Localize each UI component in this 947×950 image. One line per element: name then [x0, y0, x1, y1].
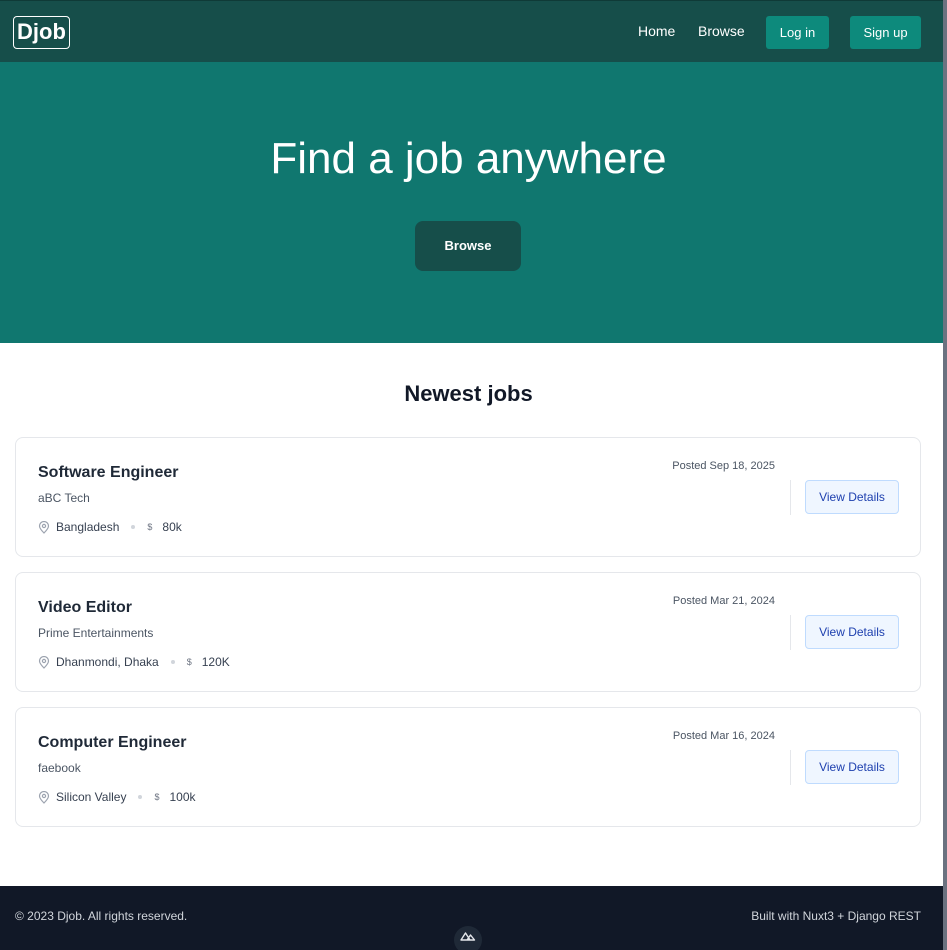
job-title: Software Engineer	[38, 464, 179, 481]
page: Djob Home Browse Log in Sign up Find a j…	[0, 0, 943, 950]
section-title: Newest jobs	[404, 381, 533, 406]
nav-browse-link[interactable]: Browse	[698, 23, 745, 39]
job-card: Computer Engineer faebook Silicon Valley…	[15, 707, 921, 827]
location-pin-icon	[38, 520, 50, 534]
job-location: Silicon Valley	[56, 790, 127, 804]
hero-browse-button[interactable]: Browse	[415, 221, 521, 271]
hero: Find a job anywhere Browse	[0, 62, 943, 343]
job-company: aBC Tech	[38, 491, 90, 505]
job-posted-date: Posted Mar 21, 2024	[672, 595, 775, 607]
divider	[790, 750, 791, 785]
footer: © 2023 Djob. All rights reserved. Built …	[0, 886, 943, 950]
navbar: Djob Home Browse Log in Sign up	[0, 0, 943, 62]
job-salary: 100k	[169, 790, 196, 804]
job-salary: 120K	[201, 655, 230, 669]
dollar-icon: $	[186, 657, 192, 667]
job-title: Video Editor	[38, 599, 132, 616]
hero-title: Find a job anywhere	[270, 134, 667, 183]
job-card: Software Engineer aBC Tech Bangladesh $ …	[15, 437, 921, 557]
signup-button[interactable]: Sign up	[850, 16, 921, 49]
dollar-icon: $	[154, 792, 160, 802]
logo[interactable]: Djob	[13, 16, 70, 49]
separator-dot	[138, 795, 143, 799]
location-pin-icon	[38, 655, 50, 669]
view-details-button[interactable]: View Details	[805, 750, 899, 784]
scrollbar[interactable]	[943, 0, 947, 950]
dollar-icon: $	[147, 522, 153, 532]
job-location: Dhanmondi, Dhaka	[56, 655, 159, 669]
job-card: Video Editor Prime Entertainments Dhanmo…	[15, 572, 921, 692]
job-meta: Bangladesh $ 80k	[38, 520, 182, 534]
job-title: Computer Engineer	[38, 734, 187, 751]
job-posted-date: Posted Sep 18, 2025	[672, 460, 775, 472]
footer-built-with: Built with Nuxt3 + Django REST	[751, 909, 921, 923]
view-details-button[interactable]: View Details	[805, 615, 899, 649]
divider	[790, 615, 791, 650]
job-posted-date: Posted Mar 16, 2024	[672, 730, 775, 742]
job-company: faebook	[38, 761, 81, 775]
job-salary: 80k	[162, 520, 182, 534]
view-details-button[interactable]: View Details	[805, 480, 899, 514]
divider	[790, 480, 791, 515]
job-meta: Silicon Valley $ 100k	[38, 790, 196, 804]
separator-dot	[131, 525, 136, 529]
job-location: Bangladesh	[56, 520, 120, 534]
nav-home-link[interactable]: Home	[638, 23, 675, 39]
nuxt-logo-icon	[460, 932, 476, 941]
nuxt-devtools-icon[interactable]	[454, 926, 482, 950]
location-pin-icon	[38, 790, 50, 804]
job-meta: Dhanmondi, Dhaka $ 120K	[38, 655, 230, 669]
footer-copyright: © 2023 Djob. All rights reserved.	[15, 909, 188, 923]
separator-dot	[170, 660, 175, 664]
login-button[interactable]: Log in	[766, 16, 829, 49]
job-company: Prime Entertainments	[38, 626, 154, 640]
